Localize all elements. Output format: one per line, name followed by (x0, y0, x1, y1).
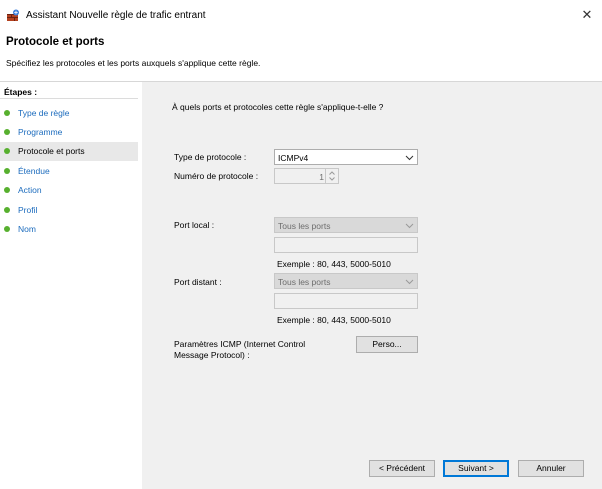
remote-port-input[interactable] (274, 293, 418, 309)
local-port-label: Port local : (174, 220, 215, 230)
sidebar-item-label: Protocole et ports (18, 146, 85, 156)
chevron-down-icon (405, 155, 414, 161)
sidebar-item-etendue[interactable]: Étendue (0, 162, 138, 181)
sidebar-item-type-de-regle[interactable]: Type de règle (0, 104, 138, 123)
protocol-type-select[interactable]: ICMPv4 (274, 149, 418, 165)
step-dot-icon (4, 187, 10, 193)
step-dot-icon (4, 207, 10, 213)
next-button[interactable]: Suivant > (443, 460, 509, 477)
protocol-number-stepper[interactable]: 1 (274, 168, 339, 184)
steps-heading: Étapes : (4, 87, 38, 97)
close-icon: ✕ (581, 7, 593, 22)
sidebar-item-protocole-et-ports[interactable]: Protocole et ports (0, 142, 138, 161)
sidebar-item-action[interactable]: Action (0, 181, 138, 200)
back-button[interactable]: < Précédent (369, 460, 435, 477)
sidebar-item-label: Type de règle (18, 108, 70, 118)
icmp-custom-button[interactable]: Perso... (356, 336, 418, 353)
remote-port-select[interactable]: Tous les ports (274, 273, 418, 289)
close-button[interactable]: ✕ (576, 5, 598, 25)
page-description: Spécifiez les protocoles et les ports au… (6, 58, 261, 68)
remote-port-example: Exemple : 80, 443, 5000-5010 (277, 315, 391, 325)
window-title: Assistant Nouvelle règle de trafic entra… (26, 10, 206, 21)
chevron-down-icon (405, 223, 414, 229)
sidebar-item-label: Profil (18, 205, 38, 215)
firewall-app-icon (7, 9, 20, 21)
sidebar-item-nom[interactable]: Nom (0, 220, 138, 239)
remote-port-label: Port distant : (174, 277, 222, 287)
icmp-settings-label-line2: Message Protocol) : (174, 350, 250, 360)
cancel-button[interactable]: Annuler (518, 460, 584, 477)
local-port-select[interactable]: Tous les ports (274, 217, 418, 233)
question-text: À quels ports et protocoles cette règle … (172, 102, 384, 112)
step-dot-icon (4, 110, 10, 116)
protocol-number-label: Numéro de protocole : (174, 171, 259, 181)
sidebar-item-label: Action (18, 185, 42, 195)
remote-port-value: Tous les ports (278, 277, 331, 287)
step-dot-icon (4, 226, 10, 232)
sidebar-item-programme[interactable]: Programme (0, 123, 138, 142)
protocol-type-label: Type de protocole : (174, 152, 247, 162)
local-port-value: Tous les ports (278, 221, 331, 231)
steps-divider (0, 98, 138, 99)
stepper-arrows-icon[interactable] (325, 169, 338, 183)
step-dot-icon (4, 148, 10, 154)
sidebar-item-profil[interactable]: Profil (0, 201, 138, 220)
chevron-down-icon (405, 279, 414, 285)
sidebar-item-label: Étendue (18, 166, 50, 176)
protocol-type-value: ICMPv4 (278, 153, 309, 163)
icmp-settings-label-line1: Paramètres ICMP (Internet Control (174, 339, 306, 349)
step-dot-icon (4, 168, 10, 174)
step-dot-icon (4, 129, 10, 135)
page-title: Protocole et ports (6, 36, 105, 48)
local-port-input[interactable] (274, 237, 418, 253)
sidebar-item-label: Nom (18, 224, 36, 234)
protocol-number-value: 1 (319, 172, 324, 182)
local-port-example: Exemple : 80, 443, 5000-5010 (277, 259, 391, 269)
sidebar-item-label: Programme (18, 127, 63, 137)
